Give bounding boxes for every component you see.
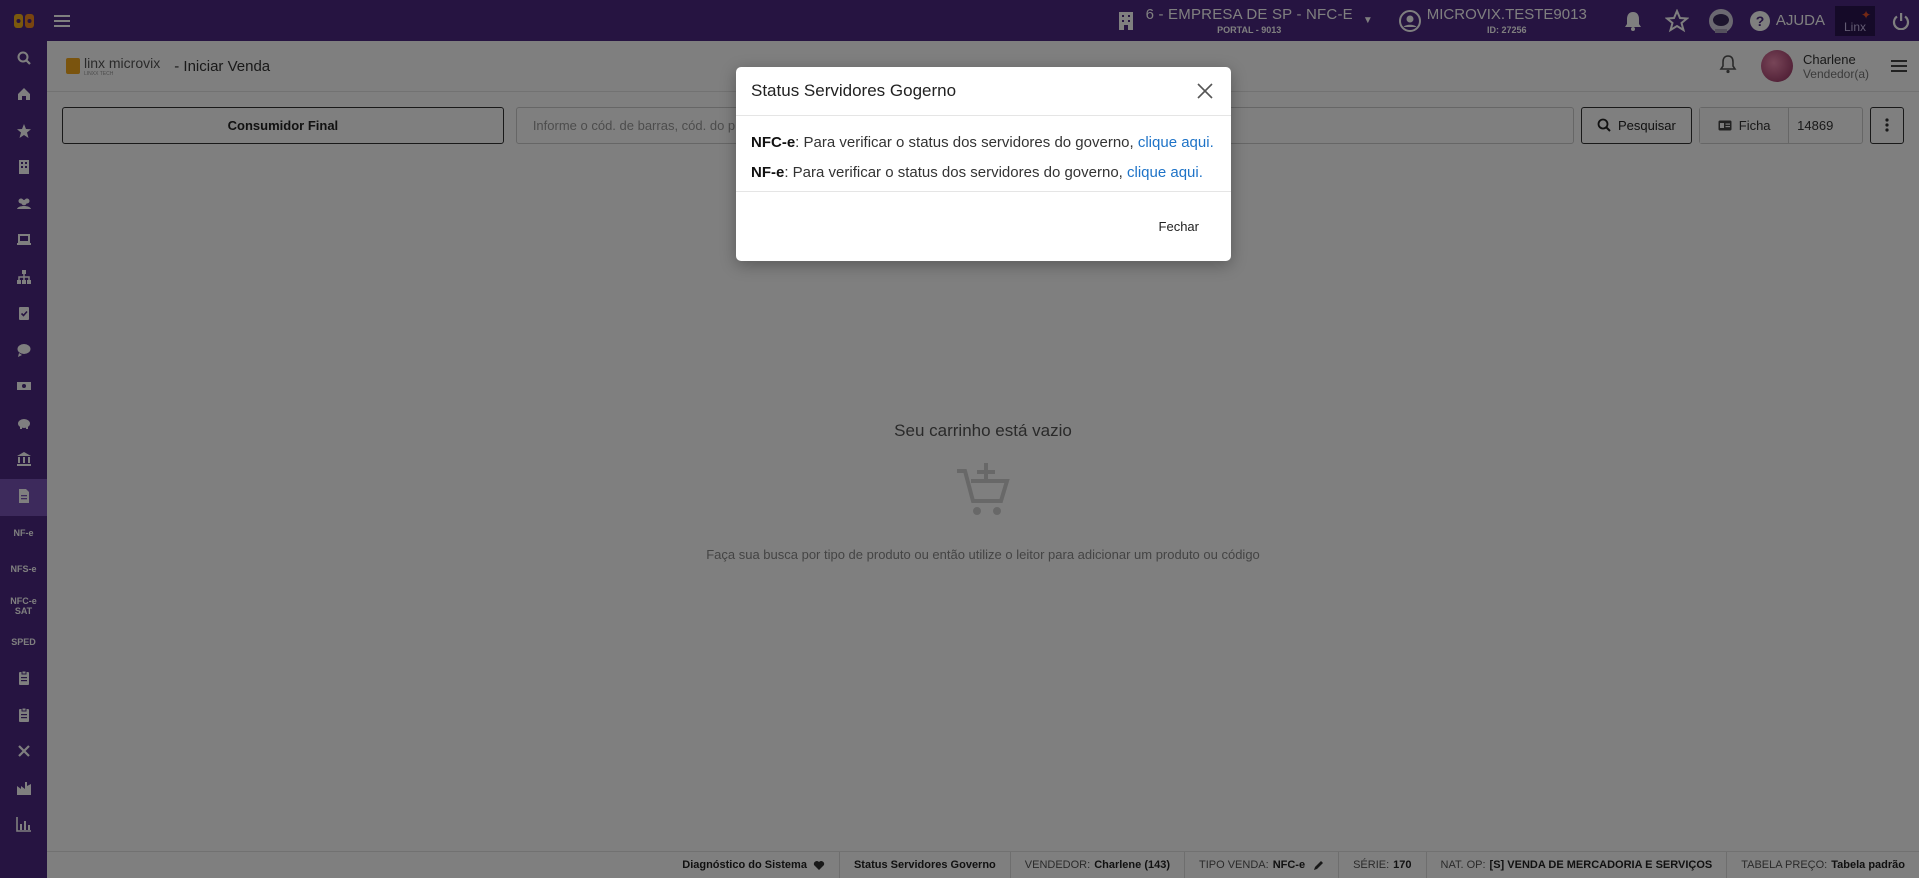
modal-body: NFC-e: Para verificar o status dos servi… xyxy=(736,116,1231,192)
nfe-status-link[interactable]: clique aqui. xyxy=(1127,164,1203,181)
modal-header: Status Servidores Gogerno xyxy=(736,67,1231,116)
nfe-text: : Para verificar o status dos servidores… xyxy=(784,164,1128,181)
close-icon[interactable] xyxy=(1194,80,1216,102)
nfe-status-line: NF-e: Para verificar o status dos servid… xyxy=(751,158,1216,188)
nfe-label: NF-e xyxy=(751,164,785,181)
nfce-status-link[interactable]: clique aqui. xyxy=(1138,134,1214,151)
nfce-text: : Para verificar o status dos servidores… xyxy=(795,134,1138,151)
modal-title: Status Servidores Gogerno xyxy=(751,81,957,100)
nfce-status-line: NFC-e: Para verificar o status dos servi… xyxy=(751,128,1216,158)
close-button[interactable]: Fechar xyxy=(1157,213,1201,240)
modal-footer: Fechar xyxy=(736,192,1231,260)
nfce-label: NFC-e xyxy=(751,134,796,151)
gov-servers-status-modal: Status Servidores Gogerno NFC-e: Para ve… xyxy=(736,67,1231,261)
